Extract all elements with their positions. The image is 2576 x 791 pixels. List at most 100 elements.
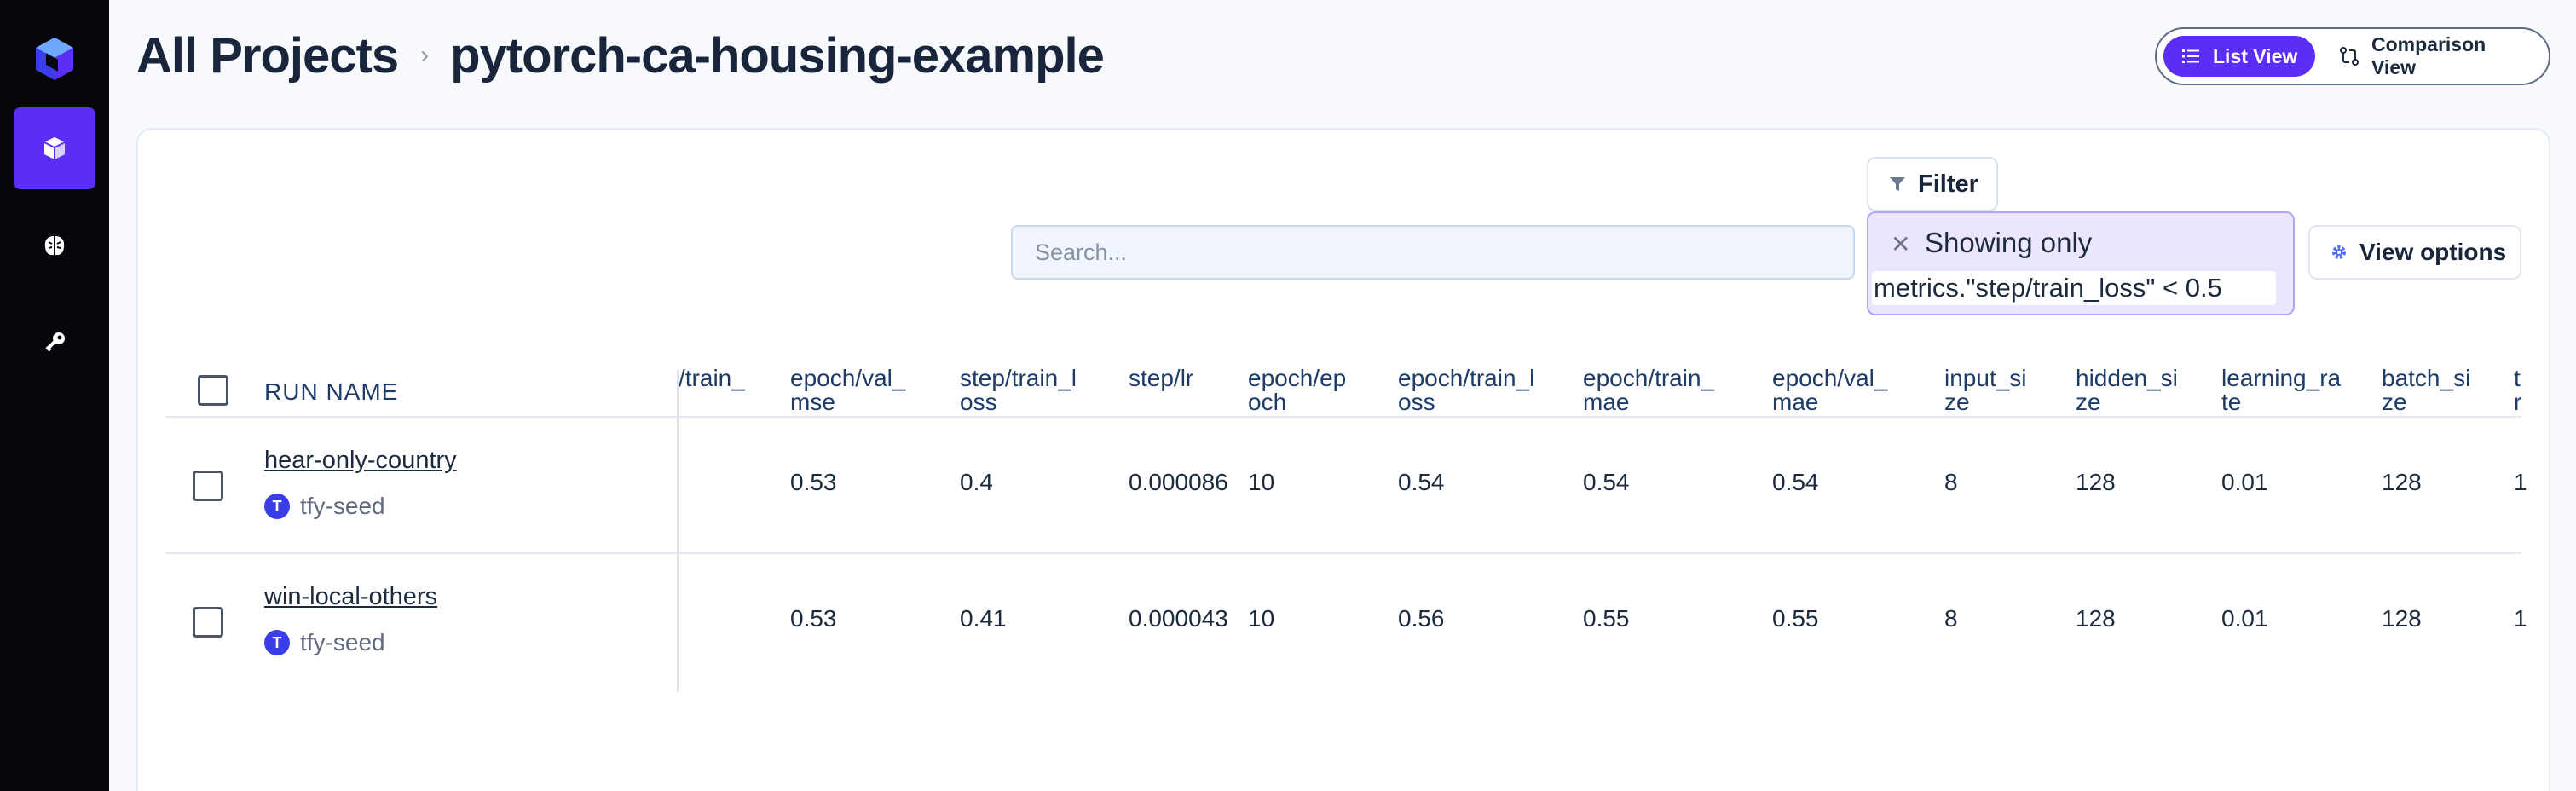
table-cell-clip: 0.000043	[1129, 605, 1238, 639]
column-header[interactable]: t r	[2514, 367, 2521, 414]
table-cell-clip: 8	[1944, 469, 2072, 503]
nav-models[interactable]	[14, 205, 95, 286]
table-cell-clip: 0.01	[2221, 469, 2375, 503]
table-cell: 0.000086	[1129, 469, 1228, 495]
breadcrumb-separator: ›	[420, 41, 429, 69]
table-cell: 10	[1248, 605, 1275, 632]
table-cell: 1	[2514, 605, 2527, 632]
column-header[interactable]: learning_ra te	[2221, 367, 2341, 414]
view-options-button[interactable]: View options	[2308, 225, 2521, 280]
table-cell-clip: 10	[1248, 469, 1393, 503]
table-cell-clip: 0.41	[960, 605, 1122, 639]
table-cell: 0.53	[790, 605, 837, 632]
list-view-label: List View	[2213, 44, 2298, 67]
key-icon	[45, 332, 65, 352]
sidebar	[0, 0, 109, 791]
table-cell: 1	[2514, 469, 2527, 495]
column-header[interactable]: hidden_si ze	[2076, 367, 2178, 414]
gear-icon	[2332, 245, 2346, 259]
sticky-column-divider	[677, 370, 679, 692]
filter-button[interactable]: Filter	[1867, 157, 1998, 211]
column-header-clip: epoch/val_ mse	[790, 367, 952, 418]
column-header-clip: epoch/ep och	[1248, 367, 1393, 418]
column-header[interactable]: epoch/train_l oss	[1398, 367, 1534, 414]
column-header-clip: batch_si ze	[2382, 367, 2510, 418]
column-header[interactable]: batch_si ze	[2382, 367, 2470, 414]
column-header-clip: epoch/train_l oss	[1398, 367, 1577, 418]
avatar: T	[264, 494, 290, 519]
column-header-clip: t r	[2514, 367, 2531, 418]
table-cell: 0.01	[2221, 469, 2268, 495]
run-name-link[interactable]: hear-only-country	[264, 447, 457, 475]
funnel-icon	[1890, 177, 1905, 191]
nav-secrets[interactable]	[14, 302, 95, 384]
run-owner-label: tfy-seed	[300, 629, 385, 655]
table-cell: 0.41	[960, 605, 1007, 632]
list-view-button[interactable]: List View	[2163, 36, 2315, 77]
logo-icon	[36, 38, 73, 80]
table-cell-clip: 0.55	[1772, 605, 1938, 639]
brain-icon	[44, 236, 65, 256]
column-header[interactable]: epoch/val_ mse	[790, 367, 905, 414]
row-divider	[165, 552, 2521, 554]
table-cell: 128	[2382, 469, 2422, 495]
table-cell: 0.54	[1583, 469, 1630, 495]
list-icon	[2182, 49, 2199, 63]
row-checkbox[interactable]	[193, 607, 223, 638]
table-cell-clip: 128	[2076, 469, 2216, 503]
active-filter-chip: ✕ Showing only metrics."step/train_loss"…	[1867, 211, 2295, 315]
column-header-clip: step/lr	[1129, 367, 1248, 418]
table-cell: 0.4	[960, 469, 993, 495]
column-header-partial[interactable]: /train_	[679, 367, 745, 390]
table-cell-clip: 0.54	[1583, 469, 1766, 503]
nav-projects[interactable]	[14, 107, 95, 189]
search-input[interactable]	[1011, 225, 1855, 280]
table-cell: 0.01	[2221, 605, 2268, 632]
table-cell-clip: 128	[2382, 605, 2510, 639]
table-cell: 128	[2076, 469, 2116, 495]
close-icon[interactable]: ✕	[1891, 230, 1910, 258]
column-header[interactable]: epoch/val_ mae	[1772, 367, 1887, 414]
table-cell-clip: 128	[2382, 469, 2510, 503]
table-cell-clip: 0.4	[960, 469, 1122, 503]
breadcrumb: All Projects › pytorch-ca-housing-exampl…	[136, 24, 1105, 87]
table-cell-clip: 0.54	[1772, 469, 1938, 503]
table-cell: 0.000043	[1129, 605, 1228, 632]
view-toggle: List View Comparison View	[2155, 27, 2550, 85]
column-header[interactable]: step/lr	[1129, 367, 1193, 390]
header-divider	[165, 416, 2521, 418]
column-header-clip: input_si ze	[1944, 367, 2072, 418]
table-cell-clip: 10	[1248, 605, 1393, 639]
run-name-link[interactable]: win-local-others	[264, 583, 437, 611]
select-all-checkbox[interactable]	[198, 375, 228, 406]
table-cell: 0.56	[1398, 605, 1445, 632]
table-cell: 0.54	[1772, 469, 1819, 495]
column-header[interactable]: input_si ze	[1944, 367, 2027, 414]
column-header-clip: hidden_si ze	[2076, 367, 2216, 418]
column-header-clip: epoch/val_ mae	[1772, 367, 1938, 418]
compare-arrows-icon	[2340, 47, 2359, 66]
table-cell-clip: 0.56	[1398, 605, 1577, 639]
column-header-clip: learning_ra te	[2221, 367, 2375, 418]
run-name-header[interactable]: RUN NAME	[264, 378, 398, 406]
column-header-clip: epoch/train_ mae	[1583, 367, 1766, 418]
filter-button-label: Filter	[1918, 170, 1978, 198]
table-cell-clip: 0.55	[1583, 605, 1766, 639]
table-cell: 10	[1248, 469, 1275, 495]
table-cell: 0.55	[1583, 605, 1630, 632]
filter-chip-expression: metrics."step/train_loss" < 0.5	[1872, 271, 2276, 305]
table-cell: 0.55	[1772, 605, 1819, 632]
comparison-view-button[interactable]: Comparison View	[2322, 33, 2545, 78]
run-owner-tag: Ttfy-seed	[264, 629, 385, 656]
table-cell: 8	[1944, 469, 1958, 495]
table-cell-clip: 1	[2514, 469, 2531, 503]
table-cell: 128	[2382, 605, 2422, 632]
view-options-label: View options	[2359, 239, 2507, 265]
column-header[interactable]: step/train_l oss	[960, 367, 1077, 414]
row-checkbox[interactable]	[193, 471, 223, 501]
column-header[interactable]: epoch/ep och	[1248, 367, 1346, 414]
table-cell: 0.54	[1398, 469, 1445, 495]
column-header[interactable]: epoch/train_ mae	[1583, 367, 1714, 414]
breadcrumb-all-projects[interactable]: All Projects	[136, 27, 399, 84]
partial-column-header-clip: /train_	[679, 367, 750, 401]
